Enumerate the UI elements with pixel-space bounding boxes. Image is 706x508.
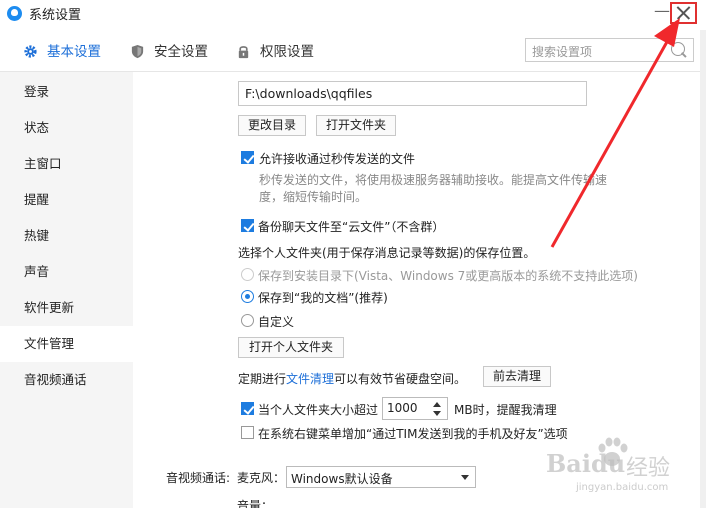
search-placeholder: 搜索设置项 xyxy=(532,45,593,59)
lock-icon xyxy=(238,46,249,59)
window-right-edge xyxy=(700,30,706,508)
size-limit-label: 当个人文件夹大小超过 xyxy=(258,403,379,417)
window-title: 系统设置 xyxy=(29,8,82,23)
minimize-button[interactable]: — xyxy=(654,2,670,24)
personal-folder-heading: 选择个人文件夹(用于保存消息记录等数据)的保存位置。 xyxy=(238,246,536,260)
sidebar-item-sound[interactable]: 声音 xyxy=(0,258,133,286)
shield-icon xyxy=(131,44,144,59)
gear-icon xyxy=(24,45,37,58)
tab-label: 安全设置 xyxy=(154,44,208,60)
open-folder-button[interactable]: 打开文件夹 xyxy=(316,115,396,136)
cleanup-hint: 定期进行文件清理可以有效节省硬盘空间。 xyxy=(238,370,466,387)
microphone-selected-value: Windows默认设备 xyxy=(291,472,393,486)
volume-label: 音量： xyxy=(237,499,274,508)
sidebar-item-av-call[interactable]: 音视频通话 xyxy=(0,366,133,394)
tab-permission-settings[interactable]: 权限设置 xyxy=(236,42,326,62)
size-limit-value: 1000 xyxy=(387,401,418,415)
instant-transfer-description: 秒传发送的文件，将使用极速服务器辅助接收。能提高文件传输速 xyxy=(259,173,608,187)
tab-label: 权限设置 xyxy=(260,44,314,60)
spinner-down-arrow-icon[interactable] xyxy=(433,411,441,416)
tab-security-settings[interactable]: 安全设置 xyxy=(130,42,220,62)
download-path-field[interactable]: F:\downloads\qqfiles xyxy=(238,81,587,106)
watermark-brand: Baidu xyxy=(546,449,626,478)
close-button[interactable] xyxy=(670,2,697,24)
watermark-url: jingyan.baidu.com xyxy=(576,482,669,493)
file-cleanup-link[interactable]: 文件清理 xyxy=(286,372,334,386)
size-limit-unit: MB时，提醒我清理 xyxy=(454,403,557,417)
change-directory-button[interactable]: 更改目录 xyxy=(238,115,306,136)
microphone-select[interactable]: Windows默认设备 xyxy=(286,466,476,488)
spinner-up-arrow-icon[interactable] xyxy=(433,402,441,407)
size-limit-checkbox[interactable] xyxy=(241,402,254,415)
watermark-sub: 经验 xyxy=(626,456,671,481)
microphone-label: 麦克风： xyxy=(237,471,286,485)
save-to-my-documents-radio[interactable] xyxy=(241,290,254,303)
title-bar: 系统设置 — xyxy=(0,0,706,30)
search-input[interactable]: 搜索设置项 xyxy=(525,38,694,62)
open-personal-folder-button[interactable]: 打开个人文件夹 xyxy=(238,337,344,358)
instant-transfer-description-2: 度，缩短传输时间。 xyxy=(259,190,368,204)
sidebar-item-login[interactable]: 登录 xyxy=(0,78,133,106)
av-call-section-label: 音视频通话: xyxy=(166,471,231,485)
cleanup-text-before: 定期进行 xyxy=(238,372,287,386)
sidebar-item-main-window[interactable]: 主窗口 xyxy=(0,150,133,178)
sidebar-item-status[interactable]: 状态 xyxy=(0,114,133,142)
custom-location-label: 自定义 xyxy=(258,315,295,329)
baidu-watermark: Baidu 经验 jingyan.baidu.com xyxy=(540,437,700,497)
save-to-install-dir-label: 保存到安装目录下(Vista、Windows 7或更高版本的系统不支持此选项) xyxy=(258,269,638,283)
context-menu-checkbox[interactable] xyxy=(241,426,254,439)
save-to-install-dir-radio xyxy=(241,268,254,281)
tab-label: 基本设置 xyxy=(47,44,101,60)
go-cleanup-button[interactable]: 前去清理 xyxy=(483,366,551,387)
save-to-my-documents-label: 保存到“我的文档”(推荐) xyxy=(258,291,388,305)
allow-instant-transfer-checkbox[interactable] xyxy=(241,151,254,164)
backup-cloud-checkbox[interactable] xyxy=(241,219,254,232)
sidebar-item-file-management[interactable]: 文件管理 xyxy=(0,326,133,362)
sidebar-item-hotkeys[interactable]: 热键 xyxy=(0,222,133,250)
settings-sidebar: 登录 状态 主窗口 提醒 热键 声音 软件更新 文件管理 音视频通话 xyxy=(0,72,133,508)
app-logo-icon xyxy=(7,6,22,21)
allow-instant-transfer-label: 允许接收通过秒传发送的文件 xyxy=(259,152,416,166)
tab-basic-settings[interactable]: 基本设置 xyxy=(23,42,113,62)
backup-cloud-label: 备份聊天文件至“云文件”（不含群） xyxy=(258,220,445,234)
settings-tabbar: 基本设置 安全设置 权限设置 搜索设置项 xyxy=(0,30,706,72)
cleanup-text-after: 可以有效节省硬盘空间。 xyxy=(334,372,467,386)
custom-location-radio[interactable] xyxy=(241,314,254,327)
sidebar-item-software-update[interactable]: 软件更新 xyxy=(0,294,133,322)
size-limit-spinner[interactable]: 1000 xyxy=(382,397,448,420)
chevron-down-icon xyxy=(461,475,469,480)
sidebar-item-reminders[interactable]: 提醒 xyxy=(0,186,133,214)
search-icon[interactable] xyxy=(671,42,685,56)
context-menu-label: 在系统右键菜单增加“通过TIM发送到我的手机及好友”选项 xyxy=(258,427,568,441)
